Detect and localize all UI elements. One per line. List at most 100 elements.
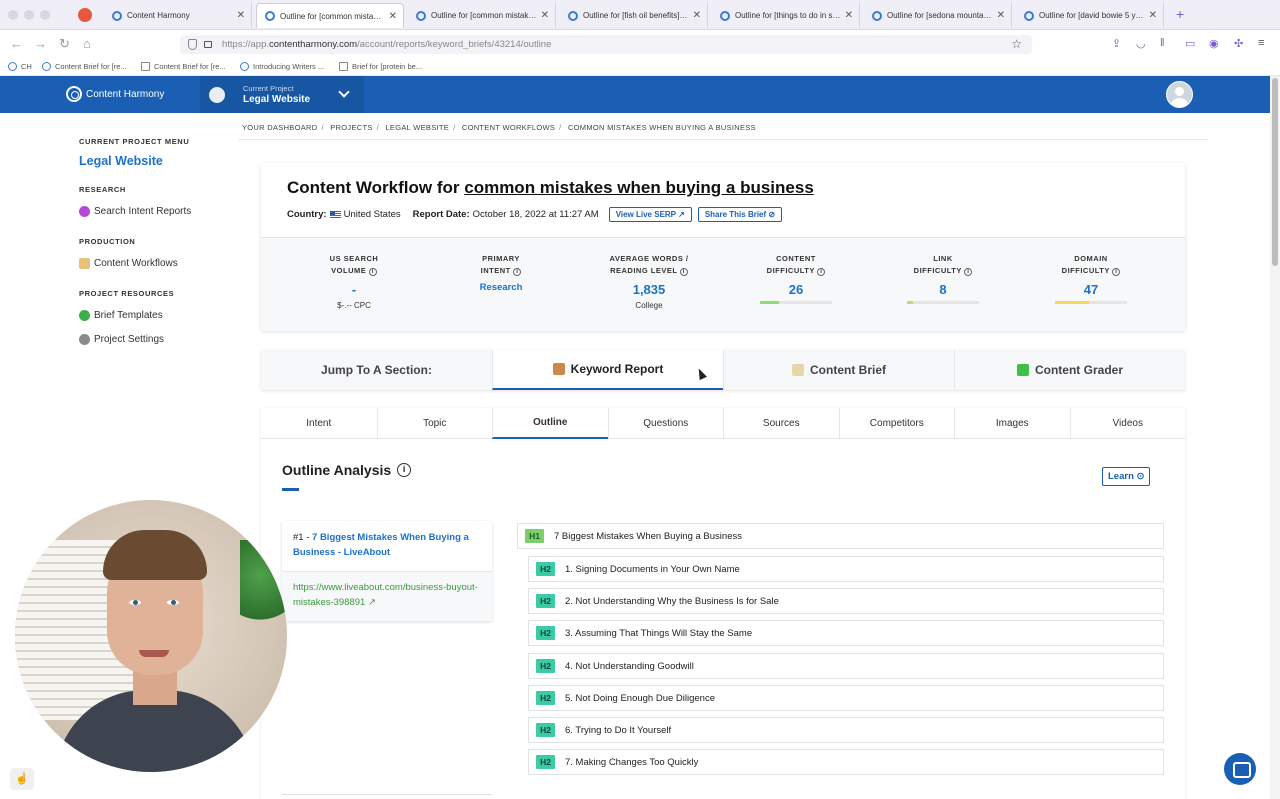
content-harmony-logo[interactable]: Content Harmony (66, 86, 164, 102)
browser-tab[interactable]: Content Harmony ✕ (104, 3, 252, 28)
address-bar[interactable]: https://app.contentharmony.com/account/r… (180, 35, 1032, 54)
browser-tab[interactable]: Outline for [fish oil benefits] - C ✕ (560, 3, 708, 28)
tab-close-icon[interactable]: ✕ (1149, 10, 1157, 21)
bookmark-item[interactable]: CH (8, 62, 32, 71)
browser-tab[interactable]: Outline for [things to do in seatt ✕ (712, 3, 860, 28)
content-harmony-favicon-icon (568, 10, 578, 21)
sidebar-project-name[interactable]: Legal Website (79, 154, 163, 168)
info-icon[interactable]: i (368, 268, 377, 276)
sidebar-item-brief-templates[interactable]: Brief Templates (79, 310, 163, 321)
info-icon[interactable]: i (817, 268, 826, 276)
tab-questions[interactable]: Questions (607, 408, 723, 439)
scrollbar-thumb[interactable] (1272, 78, 1278, 266)
tab-close-icon[interactable]: ✕ (237, 10, 245, 21)
sidebar-item-content-workflows[interactable]: Content Workflows (79, 258, 178, 269)
tab-close-icon[interactable]: ✕ (541, 10, 549, 21)
keyword-link[interactable]: common mistakes when buying a business (464, 178, 814, 197)
forward-arrow-icon[interactable]: → (34, 36, 47, 51)
back-arrow-icon[interactable]: ← (10, 36, 23, 51)
presenter-hair (103, 530, 207, 580)
breadcrumb-item[interactable]: CONTENT WORKFLOWS (462, 123, 555, 132)
breadcrumb-item[interactable]: YOUR DASHBOARD (242, 123, 317, 132)
sidebar-item-search-intent-reports[interactable]: Search Intent Reports (79, 206, 191, 217)
bookmark-item[interactable]: Content Brief for [re... (42, 62, 127, 71)
browser-tab[interactable]: Outline for [sedona mountain bi ✕ (864, 3, 1012, 28)
breadcrumb-item[interactable]: LEGAL WEBSITE (385, 123, 449, 132)
chevron-down-icon[interactable] (338, 86, 350, 98)
content-harmony-favicon-icon (240, 62, 249, 71)
lock-icon[interactable] (204, 41, 212, 48)
source-url-link[interactable]: https://www.liveabout.com/business-buyou… (282, 571, 492, 621)
difficulty-bar (907, 301, 979, 304)
account-icon[interactable]: ◉ (1209, 37, 1219, 50)
tab-videos[interactable]: Videos (1069, 408, 1185, 439)
user-avatar[interactable] (1166, 81, 1193, 108)
tab-close-icon[interactable]: ✕ (389, 11, 397, 22)
tracking-shield-icon[interactable] (188, 39, 197, 50)
tab-close-icon[interactable]: ✕ (997, 10, 1005, 21)
learn-button[interactable]: Learn ⊙ (1102, 467, 1151, 486)
difficulty-bar (760, 301, 832, 304)
tab-intent[interactable]: Intent (261, 408, 377, 439)
extensions-puzzle-icon[interactable]: ✣ (1234, 37, 1243, 50)
info-icon[interactable]: i (679, 268, 688, 276)
window-close-icon[interactable] (8, 10, 18, 20)
breadcrumb-item[interactable]: PROJECTS (330, 123, 372, 132)
info-icon[interactable]: i (1112, 268, 1121, 276)
title-underline (282, 488, 299, 491)
extension-icon[interactable]: ⇪ (1112, 37, 1121, 50)
breadcrumb: YOUR DASHBOARD / PROJECTS / LEGAL WEBSITE /… (242, 123, 756, 132)
sidebar-item-project-settings[interactable]: Project Settings (79, 334, 164, 345)
hand-pointer-icon[interactable]: ☝ (10, 768, 34, 790)
info-icon[interactable]: i (964, 268, 973, 276)
jump-keyword-report[interactable]: Keyword Report (492, 350, 723, 390)
content-harmony-favicon-icon (8, 62, 17, 71)
tab-close-icon[interactable]: ✕ (845, 10, 853, 21)
menu-icon[interactable]: ≡ (1258, 37, 1264, 49)
source-card: #1 - 7 Biggest Mistakes When Buying a Bu… (282, 521, 492, 621)
home-icon[interactable]: ⌂ (83, 36, 91, 51)
section-title: Outline Analysis i (282, 462, 412, 478)
chat-support-button[interactable] (1224, 753, 1256, 785)
tab-images[interactable]: Images (954, 408, 1070, 439)
pinned-tab-icon[interactable] (78, 8, 92, 22)
sidebar-icon[interactable]: ▭ (1185, 37, 1195, 50)
jump-content-brief[interactable]: Content Brief (723, 350, 954, 390)
browser-tab-active[interactable]: Outline for [common mistakes w ✕ (256, 3, 404, 28)
bookmark-star-icon[interactable]: ☆ (1011, 37, 1022, 51)
sidebar-menu-heading: CURRENT PROJECT MENU (79, 137, 190, 146)
info-icon[interactable]: i (397, 463, 412, 477)
browser-nav-bar: ← → ↻ ⌂ https://app.contentharmony.com/a… (0, 30, 1280, 58)
tab-sources[interactable]: Sources (723, 408, 839, 439)
stat-content-difficulty: CONTENT DIFFICULTY i 26 (721, 253, 871, 304)
bookmark-item[interactable]: Introducing Writers ... (240, 62, 324, 71)
recycle-icon (79, 310, 90, 321)
jump-content-grader[interactable]: Content Grader (954, 350, 1185, 390)
reload-icon[interactable]: ↻ (59, 36, 70, 52)
tab-close-icon[interactable]: ✕ (693, 10, 701, 21)
browser-tab-bar: Content Harmony ✕ Outline for [common mi… (0, 0, 1280, 30)
sidebar-section-heading: PRODUCTION (79, 237, 136, 246)
browser-tab[interactable]: Outline for [common mistakes w ✕ (408, 3, 556, 28)
source-title-link[interactable]: 7 Biggest Mistakes When Buying a Busines… (293, 532, 469, 558)
heading-level-badge: H2 (536, 723, 555, 737)
view-live-serp-button[interactable]: View Live SERP ↗ (608, 207, 692, 222)
outline-heading-row: H2 7. Making Changes Too Quickly (528, 749, 1164, 775)
window-minimize-icon[interactable] (24, 10, 34, 20)
tab-topic[interactable]: Topic (376, 408, 492, 439)
browser-tab[interactable]: Outline for [david bowie 5 years ✕ (1016, 3, 1164, 28)
library-icon[interactable]: ‖ (1160, 37, 1165, 49)
bookmark-item[interactable]: Brief for [protein be... (339, 62, 422, 71)
window-zoom-icon[interactable] (40, 10, 50, 20)
new-tab-icon[interactable]: + (1176, 6, 1184, 22)
tab-competitors[interactable]: Competitors (838, 408, 954, 439)
bookmark-item[interactable]: Content Brief for [re... (141, 62, 226, 71)
page-title: Content Workflow for common mistakes whe… (287, 178, 814, 197)
tab-outline[interactable]: Outline (492, 408, 608, 439)
share-brief-button[interactable]: Share This Brief ⊘ (697, 207, 783, 222)
intent-link[interactable]: Research (426, 282, 576, 293)
pocket-icon[interactable]: ◡ (1136, 37, 1146, 50)
divider (238, 139, 1208, 140)
info-icon[interactable]: i (513, 268, 522, 276)
project-switcher[interactable]: Current Project Legal Website (200, 76, 364, 113)
